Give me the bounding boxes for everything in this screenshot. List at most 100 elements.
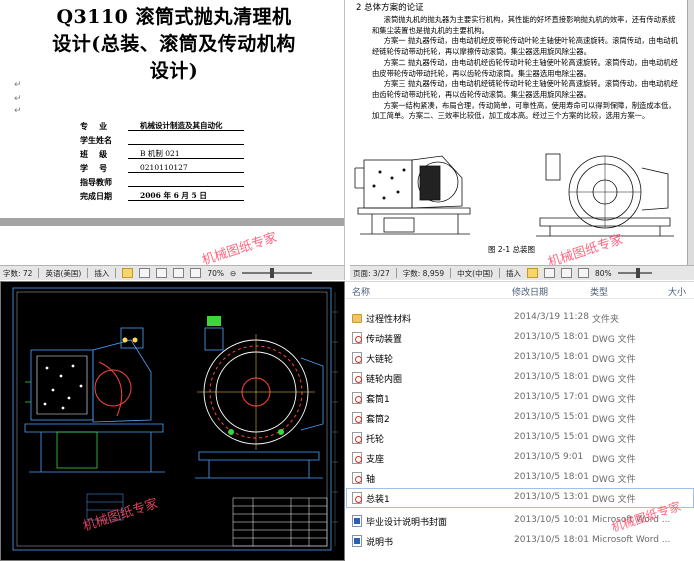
info-value <box>128 135 244 145</box>
language-indicator[interactable]: 中文(中国) <box>457 268 493 279</box>
web-layout-view-icon[interactable] <box>156 268 168 278</box>
language-indicator[interactable]: 英语(美国) <box>45 268 81 279</box>
file-name: 传动装置 <box>366 335 403 345</box>
file-type: Microsoft Word ... <box>592 535 671 545</box>
file-name: 毕业设计说明书封面 <box>366 518 448 528</box>
dwg-file-icon <box>352 472 362 484</box>
word-statusbar: 页面: 3/27 字数: 8,959 中文(中国) 插入 80% <box>350 265 694 280</box>
info-key: 完成日期 <box>80 190 112 201</box>
info-row: 专 业 机械设计制造及其自动化 <box>80 119 330 133</box>
insert-mode[interactable]: 插入 <box>506 268 521 279</box>
next-page <box>0 226 344 265</box>
info-key: 班 级 <box>80 148 108 159</box>
separator <box>450 268 452 278</box>
file-type: DWG 文件 <box>592 455 636 465</box>
word-count[interactable]: 字数: 8,959 <box>403 268 444 279</box>
word-count[interactable]: 字数: 72 <box>3 268 32 279</box>
dwg-file-icon <box>352 452 362 464</box>
info-value <box>128 177 244 187</box>
outline-view-icon[interactable] <box>578 268 590 278</box>
separator <box>395 268 397 278</box>
paragraph-mark-icon: ↵ <box>14 80 22 90</box>
file-date: 2013/10/5 18:01 <box>514 472 589 482</box>
file-name: 总装1 <box>366 495 390 505</box>
separator <box>115 268 117 278</box>
info-value: 2006 年 6 月 5 日 <box>128 191 244 201</box>
page-gap <box>0 218 344 226</box>
dwg-file-icon <box>352 352 362 364</box>
cad-assembly-drawing[interactable] <box>1 282 344 560</box>
dwg-file-icon <box>352 492 362 504</box>
file-row[interactable]: 链轮内圈 2013/10/5 18:01 DWG 文件 <box>346 368 694 388</box>
dwg-file-icon <box>352 332 362 344</box>
cover-title-line: 设计(总装、滚筒及传动机构 <box>52 33 296 55</box>
column-date-header[interactable]: 修改日期 <box>512 285 548 298</box>
file-type: DWG 文件 <box>592 335 636 345</box>
web-layout-view-icon[interactable] <box>561 268 573 278</box>
file-row[interactable]: 套筒1 2013/10/5 17:01 DWG 文件 <box>346 388 694 408</box>
separator <box>38 268 40 278</box>
print-layout-view-icon[interactable] <box>527 268 539 278</box>
file-row[interactable]: 过程性材料 2014/3/19 11:28 文件夹 <box>346 308 694 328</box>
file-name: 套筒2 <box>366 415 390 425</box>
file-type: DWG 文件 <box>592 435 636 445</box>
file-type: 文件夹 <box>592 315 620 325</box>
print-layout-view-icon[interactable] <box>122 268 134 278</box>
draft-view-icon[interactable] <box>190 268 202 278</box>
paragraph: 方案三 抛丸器传动，由电动机经链轮传动叶轮主轴使叶轮高速旋转。滚筒传动，由电动机… <box>372 79 678 99</box>
word-file-icon <box>352 535 362 547</box>
zoom-slider[interactable] <box>617 268 652 278</box>
page-indicator[interactable]: 页面: 3/27 <box>353 268 390 279</box>
insert-mode[interactable]: 插入 <box>94 268 109 279</box>
cover-title-line: Q3110 滚筒式抛丸清理机 <box>56 6 292 28</box>
file-type: DWG 文件 <box>592 415 636 425</box>
cover-title: Q3110 滚筒式抛丸清理机 设计(总装、滚筒及传动机构 设计) <box>14 4 334 85</box>
word-statusbar: 字数: 72 英语(美国) 插入 70% ⊖ <box>0 265 344 280</box>
dwg-file-icon <box>352 372 362 384</box>
zoom-level[interactable]: 70% <box>207 269 224 278</box>
vertical-scrollbar[interactable] <box>687 0 694 265</box>
file-row[interactable]: 说明书 2013/10/5 18:01 Microsoft Word ... <box>346 531 694 551</box>
file-row[interactable]: 传动装置 2013/10/5 18:01 DWG 文件 <box>346 328 694 348</box>
zoom-slider-knob[interactable] <box>635 268 640 278</box>
paragraph: 方案一 抛丸器传动，由电动机经皮带轮传动叶轮主轴使叶轮高速旋转。滚筒传动，由电动… <box>372 36 678 57</box>
info-key: 指导教师 <box>80 176 112 187</box>
info-key: 学 号 <box>80 162 108 173</box>
file-date: 2013/10/5 18:01 <box>514 352 589 362</box>
cover-title-line: 设计) <box>149 60 199 82</box>
file-row[interactable]: 托轮 2013/10/5 15:01 DWG 文件 <box>346 428 694 448</box>
zoom-slider[interactable] <box>242 268 313 278</box>
info-value: 0210110127 <box>128 163 244 173</box>
file-name: 托轮 <box>366 435 385 445</box>
word-file-icon <box>352 515 362 527</box>
column-name-header[interactable]: 名称 <box>352 285 370 298</box>
zoom-level[interactable]: 80% <box>595 269 612 278</box>
fullscreen-view-icon[interactable] <box>139 268 151 278</box>
outline-view-icon[interactable] <box>173 268 185 278</box>
file-date: 2013/10/5 18:01 <box>514 372 589 382</box>
file-type: DWG 文件 <box>592 375 636 385</box>
zoom-out-icon[interactable]: ⊖ <box>230 269 236 278</box>
file-date: 2013/10/5 18:01 <box>514 535 589 545</box>
word-content-window: 2 总体方案的论证 滚筒抛丸机的抛丸器为主要实行机构，其性能的好坏直接影响抛丸机… <box>350 0 694 280</box>
file-date: 2013/10/5 15:01 <box>514 432 589 442</box>
file-row-selected[interactable]: 总装1 2013/10/5 13:01 DWG 文件 <box>346 488 694 508</box>
fullscreen-view-icon[interactable] <box>544 268 556 278</box>
separator <box>87 268 89 278</box>
info-row: 学生姓名 <box>80 133 330 147</box>
paragraph: 方案一结构紧凑，布局合理，传动简单，可靠性高，使用寿命可以得到保障，制造成本低，… <box>372 100 676 121</box>
paragraph-mark-icon: ↵ <box>14 94 22 104</box>
info-key: 专 业 <box>80 120 108 131</box>
figure-caption: 图 2-1 总装图 <box>488 245 536 254</box>
file-date: 2013/10/5 17:01 <box>514 392 589 402</box>
folder-icon <box>352 314 362 323</box>
file-row[interactable]: 大链轮 2013/10/5 18:01 DWG 文件 <box>346 348 694 368</box>
column-size-header[interactable]: 大小 <box>668 285 686 298</box>
file-row[interactable]: 轴 2013/10/5 18:01 DWG 文件 <box>346 468 694 488</box>
file-row[interactable]: 套筒2 2013/10/5 15:01 DWG 文件 <box>346 408 694 428</box>
file-date: 2013/10/5 15:01 <box>514 412 589 422</box>
file-name: 轴 <box>366 475 376 485</box>
column-type-header[interactable]: 类型 <box>590 285 608 298</box>
file-row[interactable]: 支座 2013/10/5 9:01 DWG 文件 <box>346 448 694 468</box>
zoom-slider-knob[interactable] <box>270 268 275 278</box>
